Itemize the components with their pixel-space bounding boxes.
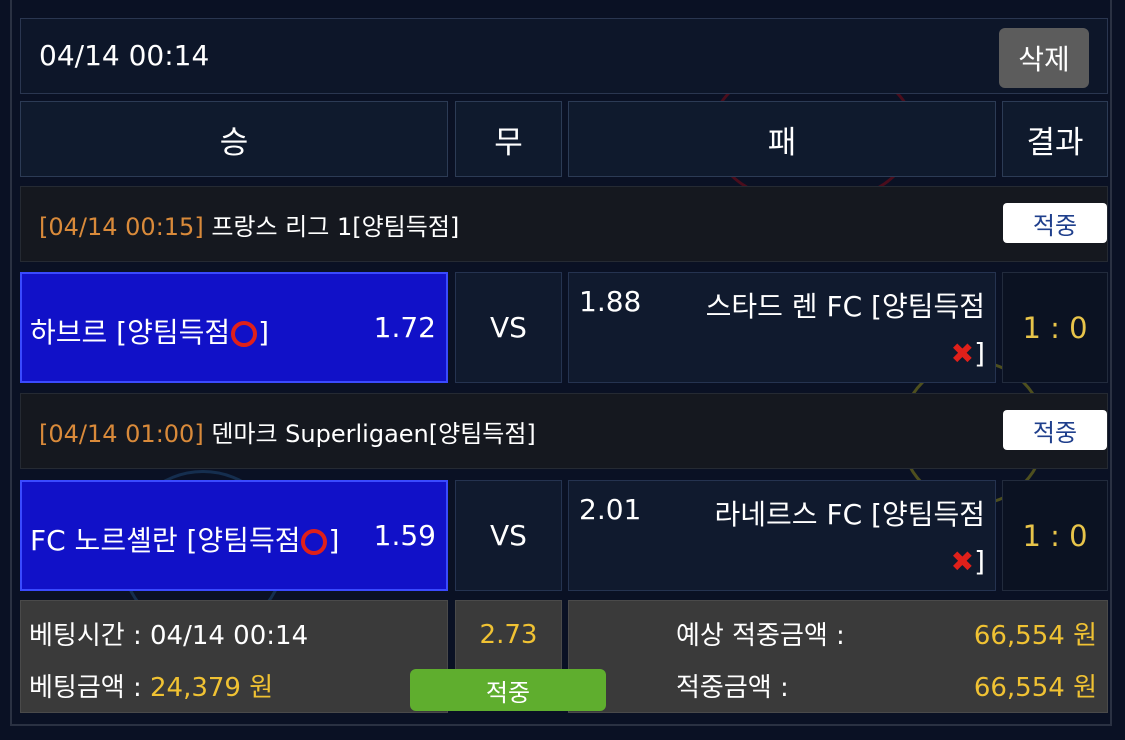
league-title: [04/14 00:15] 프랑스 리그 1[양팀득점]	[39, 207, 459, 242]
away-team-option[interactable]: 2.01 라네르스 FC [양팀득점 ✖]	[568, 480, 996, 591]
draw-option[interactable]: VS	[455, 480, 562, 591]
bet-summary-left: 베팅시간 : 04/14 00:14 베팅금액 : 24,379 원	[20, 600, 448, 713]
away-odds: 2.01	[579, 493, 642, 526]
draw-option[interactable]: VS	[455, 272, 562, 383]
column-header-draw: 무	[455, 101, 562, 177]
win-amount-value: 66,554 원	[973, 673, 1097, 703]
home-team-option[interactable]: FC 노르셸란 [양팀득점] 1.59	[20, 480, 448, 591]
home-team-option[interactable]: 하브르 [양팀득점] 1.72	[20, 272, 448, 383]
match-time: [04/14 01:00]	[39, 420, 204, 448]
bet-datetime: 04/14 00:14	[39, 39, 210, 72]
home-odds: 1.59	[373, 519, 436, 552]
league-row: [04/14 00:15] 프랑스 리그 1[양팀득점] 적중	[20, 186, 1108, 262]
home-team-name: 하브르 [양팀득점]	[30, 316, 270, 349]
column-header-win: 승	[20, 101, 448, 177]
total-odds: 2.73	[455, 600, 562, 670]
home-team-name: FC 노르셸란 [양팀득점]	[30, 524, 340, 557]
bet-status-button[interactable]: 적중	[410, 669, 606, 711]
status-badge: 적중	[1003, 410, 1107, 450]
league-name: 프랑스 리그 1[양팀득점]	[203, 213, 460, 241]
away-team-name: 스타드 렌 FC [양팀득점	[705, 290, 985, 323]
away-team-option[interactable]: 1.88 스타드 렌 FC [양팀득점 ✖]	[568, 272, 996, 383]
expected-win-value: 66,554 원	[973, 621, 1097, 651]
away-team-name-end: ✖]	[950, 337, 985, 370]
miss-x-icon: ✖	[950, 545, 975, 578]
match-result: 1 : 0	[1002, 272, 1108, 383]
hit-circle-icon	[301, 529, 328, 555]
miss-x-icon: ✖	[950, 337, 975, 370]
match-time: [04/14 00:15]	[39, 213, 204, 241]
column-header-lose: 패	[568, 101, 996, 177]
status-badge: 적중	[1003, 203, 1107, 243]
away-team-name-end: ✖]	[950, 545, 985, 578]
league-name: 덴마크 Superligaen[양팀득점]	[203, 420, 536, 448]
bet-time: 베팅시간 : 04/14 00:14	[29, 621, 309, 651]
away-team-name: 라네르스 FC [양팀득점	[714, 498, 985, 531]
win-amount-label: 적중금액 :	[676, 673, 789, 703]
expected-win-label: 예상 적중금액 :	[676, 621, 845, 651]
match-result: 1 : 0	[1002, 480, 1108, 591]
column-header-result: 결과	[1002, 101, 1108, 177]
home-odds: 1.72	[373, 311, 436, 344]
hit-circle-icon	[231, 321, 258, 347]
league-row: [04/14 01:00] 덴마크 Superligaen[양팀득점] 적중	[20, 393, 1108, 469]
bet-amount: 베팅금액 : 24,379 원	[29, 673, 274, 703]
away-odds: 1.88	[579, 285, 642, 318]
bet-header-bar: 04/14 00:14 삭제	[20, 18, 1108, 94]
delete-button[interactable]: 삭제	[999, 28, 1089, 88]
bet-summary-right: 예상 적중금액 : 66,554 원 적중금액 : 66,554 원	[568, 600, 1108, 713]
league-title: [04/14 01:00] 덴마크 Superligaen[양팀득점]	[39, 414, 536, 449]
